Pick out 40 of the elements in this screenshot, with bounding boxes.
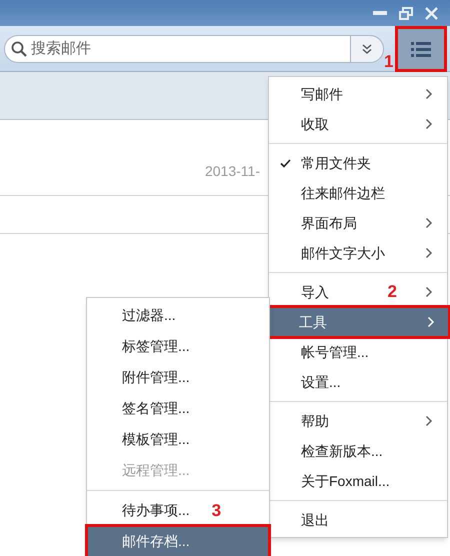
menu-item[interactable]: 标签管理... [87,331,269,362]
double-chevron-icon [362,44,372,54]
close-icon[interactable] [425,6,438,20]
annotation-number: 3 [212,500,222,522]
menu-item[interactable]: 签名管理... [87,393,269,424]
menu-item[interactable]: 过滤器... [87,300,269,331]
annotation-number: 2 [388,281,397,304]
dropdown-button[interactable] [350,34,384,62]
menu-icon [411,40,431,56]
menu-button[interactable] [398,28,444,68]
menu-item[interactable]: 邮件存档... [87,526,269,556]
menu-item[interactable]: 附件管理... [87,362,269,393]
chevron-icon [427,316,435,328]
checkmark-icon [280,158,290,168]
menu-item[interactable]: 关于Foxmail... [269,466,447,496]
restore-icon[interactable] [399,6,413,20]
chevron-icon [425,247,433,259]
chevron-icon [425,286,433,298]
menu-item[interactable]: 常用文件夹 [269,148,447,178]
menu-item[interactable]: 帮助 [269,406,447,436]
menu-item[interactable]: 收取 [269,109,447,139]
menu-item[interactable]: 界面布局 [269,208,447,238]
menu-item[interactable]: 往来邮件边栏 [269,178,447,208]
date-text: 2013-11- [204,162,260,181]
menu-item[interactable]: 模板管理... [87,424,269,455]
annotation-number: 1 [384,52,394,70]
chevron-icon [425,88,433,100]
menu-item[interactable]: 帐号管理... [269,337,447,367]
search-field[interactable]: 搜索邮件 [4,34,350,62]
menu-item[interactable]: 工具 [267,307,449,337]
menu-item[interactable]: 退出 [269,505,447,535]
menu-item[interactable]: 检查新版本... [269,436,447,466]
menu-item[interactable]: 待办事项... 3 [87,495,269,526]
menu-item[interactable]: 设置... [269,367,447,397]
menu-item[interactable]: 邮件文字大小 [269,238,447,268]
chevron-icon [425,217,433,229]
chevron-icon [425,415,433,427]
menu-item[interactable]: 导入 2 [269,277,447,307]
chevron-icon [425,118,433,130]
menu-item[interactable]: 写邮件 [269,79,447,109]
